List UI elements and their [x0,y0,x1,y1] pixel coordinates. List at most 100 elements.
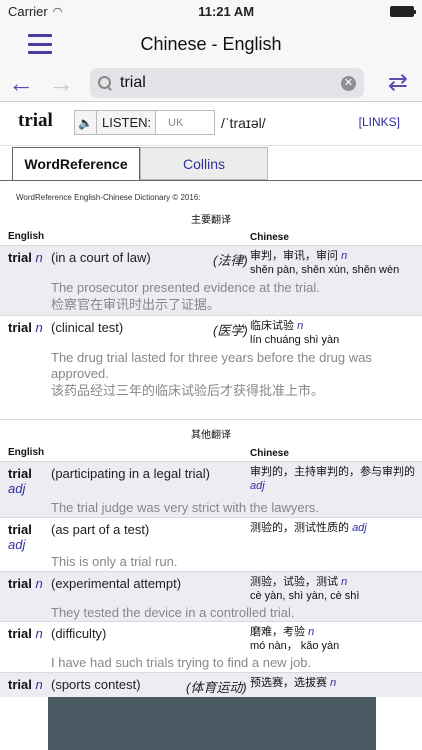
example-english: The drug trial lasted for three years be… [51,350,372,381]
menu-bar-line [28,51,52,54]
entry-term: trial n [8,250,43,265]
status-left: Carrier ◠ [8,4,62,19]
menu-button[interactable] [28,34,52,54]
table-row: trial n (experimental attempt) 测验，试验，测试 … [0,571,422,621]
section-title-other: 其他翻译 [0,419,422,443]
search-input[interactable] [120,74,320,92]
entry-term-text: trial [8,466,32,481]
table-row: trial adj (participating in a legal trial… [0,461,422,517]
nav-title: Chinese - English [140,33,282,54]
entry-translation: 磨难，考验 n [250,625,314,639]
table-row: trial n (in a court of law) (法律) 审判，审讯，审… [0,245,422,315]
entry-pos: n [35,250,43,265]
menu-bar-line [28,34,52,37]
tab-wordreference[interactable]: WordReference [12,147,140,181]
entry-translation: 预选赛，选拔赛 n [250,676,336,690]
column-english: English [8,231,45,242]
swap-languages-icon[interactable]: ⇄ [388,68,408,97]
example-english: The trial judge was very strict with the… [51,500,320,515]
entry-term-text: trial [8,320,32,335]
column-english: English [8,447,45,458]
translation-pos: adj [352,522,367,534]
headword: trial [18,110,53,131]
links-button[interactable]: [LINKS] [359,115,400,129]
entry-sense: (participating in a legal trial) [51,466,210,481]
entry-sense: (as part of a test) [51,522,150,537]
entry-translation: 测验的，测试性质的 adj [250,521,367,535]
credit-line: WordReference English-Chinese Dictionary… [16,193,201,202]
example-english: I have had such trials trying to find a … [51,655,312,670]
battery-icon [389,5,416,17]
translation-text: 磨难，考验 [250,626,305,638]
translation-pos: n [341,576,348,588]
entry-pos: n [35,626,43,641]
forward-arrow-icon[interactable]: → [46,68,76,98]
search-icon [98,76,112,90]
accent-select[interactable]: UK [155,110,215,135]
example-chinese: 该药品经过三年的临床试验后才获得批准上市。 [51,383,325,398]
section-title-main: 主要翻译 [191,215,231,226]
nav-bar: Chinese - English [0,22,422,66]
search-row: ← → ✕ ⇄ [0,66,422,102]
entry-sense: (in a court of law) [51,250,151,265]
entry-translation: 审判，审讯，审问 n [250,249,347,263]
entry-term-text: trial [8,576,32,591]
entry-translation: 临床试验 n [250,319,303,333]
table-row: trial adj (as part of a test) 测验的，测试性质的 a… [0,517,422,571]
entry-sense: (clinical test) [51,320,124,335]
back-arrow-icon[interactable]: ← [6,68,36,98]
carrier-label: Carrier [8,3,48,19]
status-bar: Carrier ◠ 11:21 AM [0,0,422,22]
translation-pos: n [297,320,304,332]
entry-pos: adj [8,537,26,552]
entry-pos: n [35,576,43,591]
entry-pinyin: cè yàn, shì yàn, cè shì [250,590,360,602]
entry-term: trial n [8,626,43,641]
entry-term-text: trial [8,626,32,641]
ad-banner[interactable] [48,697,376,750]
column-headers: English Chinese [0,227,422,245]
headword-row: trial 🔈 LISTEN: UK /ˈtraɪəl/ [LINKS] [0,102,422,146]
translation-text: 预选赛，选拔赛 [250,677,327,689]
translation-text: 审判，审讯，审问 [250,250,338,262]
entry-domain: (体育运动) [186,680,247,695]
entry-term-text: trial [8,250,32,265]
entry-term-text: trial [8,677,32,692]
example-chinese: 检察官在审讯时出示了证据。 [51,297,221,312]
menu-bar-line [28,42,52,46]
entry-term: trial n [8,677,43,692]
translation-pos: n [330,677,337,689]
entry-domain: (法律) [213,253,248,268]
listen-button[interactable]: 🔈 LISTEN: [74,110,158,135]
entry-pos: n [35,677,43,692]
entry-sense: (experimental attempt) [51,576,182,591]
entry-term: trial n [8,576,43,591]
entry-term-text: trial [8,522,32,537]
speaker-icon: 🔈 [75,111,97,134]
search-box[interactable]: ✕ [90,68,364,98]
entry-pinyin: lín chuáng shì yàn [250,334,340,346]
example-english: They tested the device in a controlled t… [51,605,295,620]
entry-translation: 测验，试验，测试 n [250,575,347,589]
listen-label: LISTEN: [102,115,152,130]
translation-text: 临床试验 [250,320,294,332]
entry-sense: (difficulty) [51,626,107,641]
clear-icon[interactable]: ✕ [341,76,356,91]
entry-sense: (sports contest) [51,677,141,692]
entry-pos: adj [8,481,26,496]
dictionary-tabs: WordReference Collins [12,147,268,181]
entry-term: trial adj [8,466,32,496]
entry-translation: 审判的，主持审判的，参与审判的 adj [250,465,415,493]
entry-domain: (医学) [213,323,248,338]
translation-text: 测验的，测试性质的 [250,522,349,534]
entry-pos: n [35,320,43,335]
entry-pinyin: shěn pàn, shěn xùn, shěn wèn [250,264,400,276]
translation-pos: n [308,626,315,638]
entry-pinyin: mó nàn， kǎo yàn [250,640,340,652]
example-english: This is only a trial run. [51,554,178,569]
column-chinese: Chinese [250,448,289,459]
wifi-icon: ◠ [52,5,63,18]
tab-collins[interactable]: Collins [140,147,268,180]
example-english: The prosecutor presented evidence at the… [51,280,320,295]
translation-pos: n [341,250,348,262]
